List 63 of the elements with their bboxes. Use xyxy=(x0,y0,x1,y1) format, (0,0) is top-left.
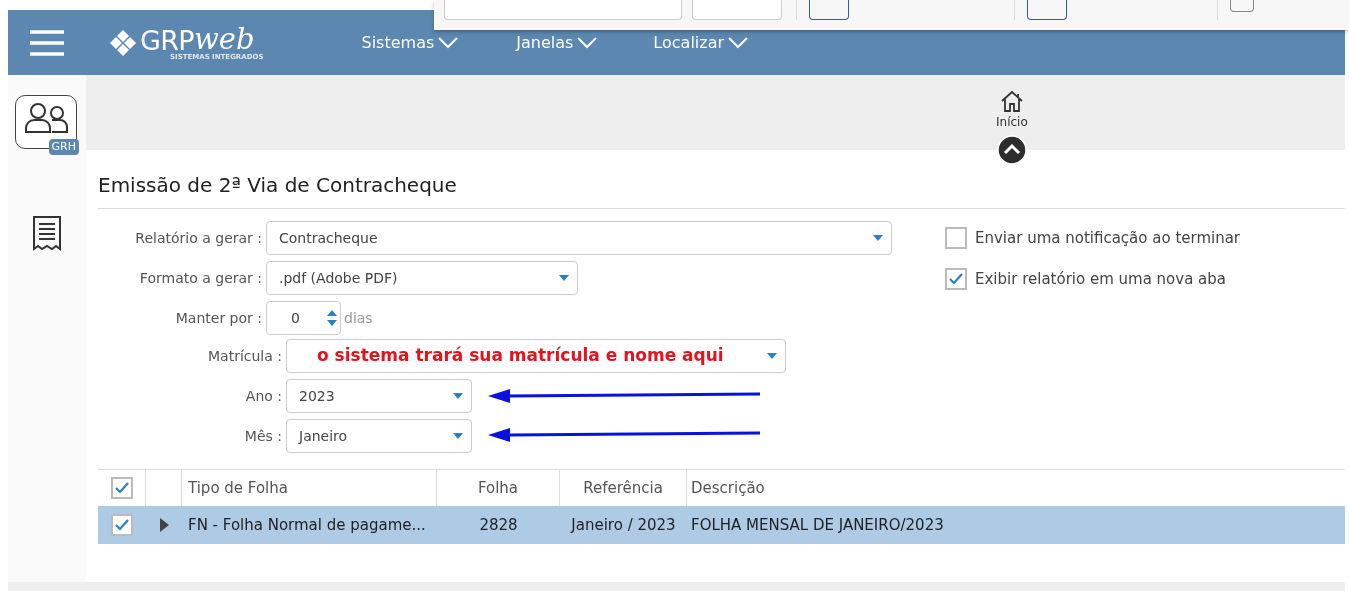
toolbar-button[interactable] xyxy=(1230,0,1254,12)
field-label: Matrícula : xyxy=(207,346,283,366)
column-header[interactable]: Descrição xyxy=(687,470,1345,506)
check-icon xyxy=(114,482,129,494)
check-icon xyxy=(949,272,963,285)
collapse-button[interactable] xyxy=(997,135,1027,165)
select-field[interactable]: Janeiro xyxy=(286,419,472,453)
field-label: Formato a gerar : xyxy=(138,268,263,288)
select-all-checkbox[interactable] xyxy=(110,477,133,499)
caret-down-icon xyxy=(873,235,883,241)
home-icon xyxy=(999,89,1024,113)
home-button[interactable]: Início xyxy=(996,89,1028,131)
caret-down-icon xyxy=(559,275,569,281)
field-label: Relatório a gerar : xyxy=(134,228,263,248)
table-cell-text: FOLHA MENSAL DE JANEIRO/2023 xyxy=(690,514,945,536)
logo-text: web xyxy=(193,24,255,54)
check-icon xyxy=(115,519,129,531)
page-title: Emissão de 2ª Via de Contracheque xyxy=(98,172,458,198)
chevron-down-icon xyxy=(577,36,598,49)
app-button[interactable] xyxy=(15,95,77,149)
table-cell-text: Janeiro / 2023 xyxy=(569,514,677,536)
select-field[interactable]: o sistema trará sua matrícula e nome aqui xyxy=(286,339,786,373)
expand-icon[interactable] xyxy=(159,518,169,532)
menu-item[interactable]: Janelas xyxy=(516,30,598,55)
checkbox[interactable] xyxy=(945,267,967,290)
field-label: Mês : xyxy=(243,426,283,446)
caret-down-icon xyxy=(453,393,463,399)
checkbox-label: Enviar uma notificação ao terminar xyxy=(975,228,1241,249)
field-label: Ano : xyxy=(244,386,283,406)
select-value: .pdf (Adobe PDF) xyxy=(278,268,398,288)
receipt-icon[interactable] xyxy=(31,215,63,251)
select-value: Janeiro xyxy=(297,426,348,446)
logo-icon xyxy=(108,27,138,58)
select-value: o sistema trará sua matrícula e nome aqui xyxy=(316,344,724,368)
caret-down-icon xyxy=(767,353,777,359)
checkbox[interactable] xyxy=(945,227,967,250)
toolbar-button[interactable] xyxy=(1027,0,1067,20)
checkbox-label: Exibir relatório em uma nova aba xyxy=(975,268,1227,290)
chevron-down-icon xyxy=(728,36,749,49)
select-value: 2023 xyxy=(298,386,335,406)
table-cell-text: 2828 xyxy=(478,514,519,536)
menu-icon[interactable] xyxy=(30,29,64,56)
menu-item[interactable]: Sistemas xyxy=(361,30,459,55)
number-value: 0 xyxy=(290,308,300,328)
number-field[interactable]: 0 xyxy=(266,301,341,335)
select-value: Contracheque xyxy=(278,228,378,248)
chevron-down-icon xyxy=(438,36,459,49)
logo-text: GRP xyxy=(140,26,194,54)
select-field[interactable]: .pdf (Adobe PDF) xyxy=(266,261,578,295)
field-label: Manter por : xyxy=(174,308,263,328)
input-field[interactable] xyxy=(444,0,682,20)
caret-down-icon xyxy=(453,433,463,439)
menu-item[interactable]: Localizar xyxy=(653,30,749,55)
row-checkbox[interactable] xyxy=(111,514,133,536)
unit-label: dias xyxy=(344,308,373,328)
select-field[interactable]: Contracheque xyxy=(266,221,892,255)
input-field[interactable] xyxy=(692,0,782,20)
table-row[interactable]: FN - Folha Normal de pagame... 2828 Janeiro / 2023 FOLHA MENSAL DE JANEIRO/2023 xyxy=(98,506,1345,544)
toolbar-button[interactable] xyxy=(809,0,849,20)
select-field[interactable]: 2023 xyxy=(286,379,472,413)
users-icon xyxy=(24,102,70,134)
table-cell-text: FN - Folha Normal de pagame... xyxy=(187,514,427,536)
stepper-icon[interactable] xyxy=(326,308,338,328)
